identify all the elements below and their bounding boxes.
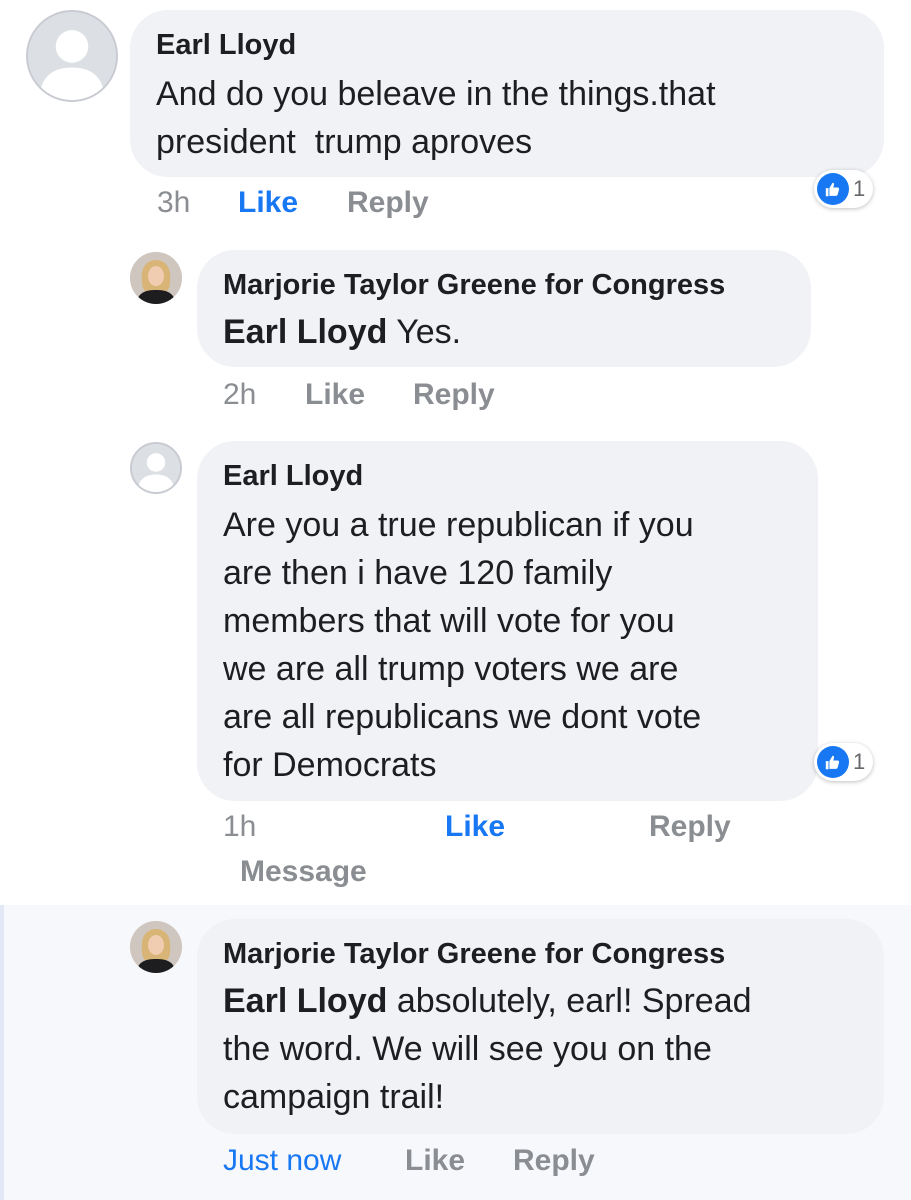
- profile-photo-icon: [130, 921, 182, 973]
- reply-bubble[interactable]: Marjorie Taylor Greene for Congress Earl…: [197, 919, 884, 1134]
- reply-button[interactable]: Reply: [649, 808, 731, 846]
- like-button[interactable]: Like: [445, 808, 505, 846]
- reply-timestamp[interactable]: 2h: [223, 376, 256, 414]
- reply-author[interactable]: Marjorie Taylor Greene for Congress: [223, 935, 858, 973]
- default-profile-icon: [28, 12, 116, 100]
- thumbs-up-icon: [817, 173, 849, 205]
- comment-bubble[interactable]: Earl Lloyd And do you beleave in the thi…: [130, 10, 884, 177]
- earl-lloyd-avatar[interactable]: [130, 442, 182, 494]
- reaction-count: 1: [853, 176, 866, 201]
- reply-bubble[interactable]: Marjorie Taylor Greene for Congress Earl…: [197, 250, 811, 367]
- comment-timestamp[interactable]: 3h: [157, 184, 190, 222]
- profile-photo-icon: [130, 252, 182, 304]
- reply-author[interactable]: Earl Lloyd: [223, 457, 792, 495]
- marjorie-taylor-greene-avatar[interactable]: [130, 252, 182, 304]
- reply-bubble[interactable]: Earl Lloyd Are you a true republican if …: [197, 441, 818, 801]
- comment-text: And do you beleave in the things.that pr…: [156, 75, 716, 161]
- like-button[interactable]: Like: [238, 184, 298, 222]
- reply-timestamp[interactable]: Just now: [223, 1142, 341, 1180]
- thumbs-up-icon: [817, 746, 849, 778]
- reply-button[interactable]: Reply: [513, 1142, 595, 1180]
- reply-button[interactable]: Reply: [347, 184, 429, 222]
- mention-tag[interactable]: Earl Lloyd: [223, 313, 387, 351]
- reply-text-content: Yes.: [387, 313, 462, 351]
- reply-timestamp[interactable]: 1h: [223, 808, 256, 846]
- reaction-badge[interactable]: 1: [814, 170, 874, 208]
- marjorie-taylor-greene-avatar[interactable]: [130, 921, 182, 973]
- default-profile-icon: [132, 444, 180, 492]
- reply-text: Are you a true republican if you are the…: [223, 506, 702, 784]
- comment-author[interactable]: Earl Lloyd: [156, 26, 858, 64]
- reaction-badge[interactable]: 1: [814, 743, 874, 781]
- highlight-edge: [0, 905, 4, 1200]
- mention-tag[interactable]: Earl Lloyd: [223, 982, 387, 1020]
- message-button[interactable]: Message: [240, 853, 367, 891]
- earl-lloyd-avatar[interactable]: [26, 10, 118, 102]
- reply-text: Earl Lloyd absolutely, earl! Spread the …: [223, 977, 858, 1121]
- reply-author[interactable]: Marjorie Taylor Greene for Congress: [223, 266, 785, 304]
- reply-button[interactable]: Reply: [413, 376, 495, 414]
- reaction-count: 1: [853, 749, 866, 774]
- like-button[interactable]: Like: [305, 376, 365, 414]
- reply-text: Earl Lloyd Yes.: [223, 308, 785, 356]
- like-button[interactable]: Like: [405, 1142, 465, 1180]
